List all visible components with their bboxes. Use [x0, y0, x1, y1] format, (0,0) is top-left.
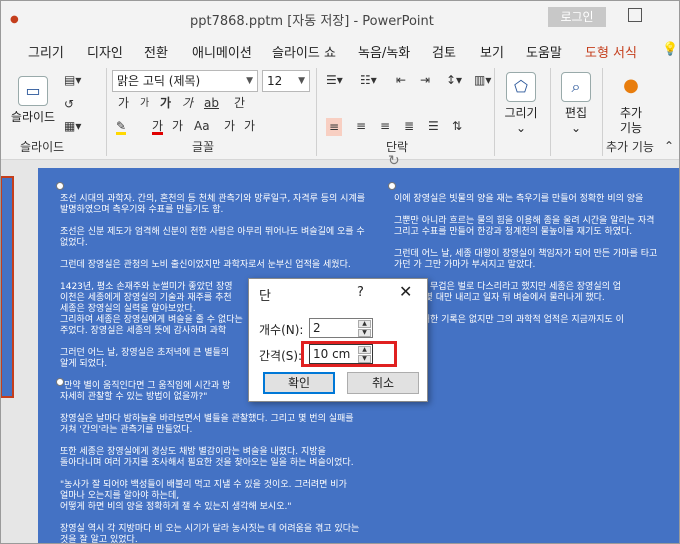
align-left-icon[interactable]: ≡ — [326, 118, 343, 136]
change-case-button[interactable]: Aa — [194, 120, 210, 132]
align-center-icon[interactable]: ≡ — [356, 120, 366, 132]
lightbulb-icon[interactable]: 💡 — [662, 42, 678, 57]
tab-transitions[interactable]: 전환 — [144, 42, 168, 61]
decrement-icon[interactable]: ▼ — [358, 329, 371, 337]
distribute-icon[interactable]: ☰ — [428, 120, 439, 132]
decrease-indent-icon[interactable]: ⇤ — [396, 74, 406, 86]
autosave-icon[interactable]: ● — [10, 14, 19, 25]
columns-dialog: 단 ? ✕ 개수(N): 2 ▲ ▼ 간격(S): 10 cm ▲ ▼ 확인 취… — [248, 278, 428, 402]
ribbon: ▭ 슬라이드 ▤▾ ↺ ▦▾ 슬라이드 맑은 고딕 (제목) ▼ 12 ▼ 가 가 … — [0, 64, 680, 160]
font-color-button[interactable]: 가 — [152, 120, 164, 135]
layout-icon[interactable]: ▤▾ — [64, 74, 81, 86]
search-icon: ⌕ — [561, 72, 591, 102]
font-name-dropdown[interactable]: 맑은 고딕 (제목) ▼ — [112, 70, 258, 92]
separator — [106, 68, 107, 156]
help-icon[interactable]: ? — [357, 285, 364, 300]
reset-icon[interactable]: ↺ — [64, 98, 74, 110]
resize-handle[interactable] — [56, 182, 64, 190]
ribbon-tabs: 그리기 디자인 전환 애니메이션 슬라이드 쇼 녹음/녹화 검토 보기 도움말 … — [0, 36, 680, 67]
close-icon[interactable]: ✕ — [399, 282, 412, 301]
count-value: 2 — [313, 321, 321, 335]
addins-group-label: 추가 기능 — [606, 140, 654, 154]
tab-design[interactable]: 디자인 — [87, 42, 123, 61]
grow-font-button[interactable]: 가 — [118, 97, 129, 109]
ribbon-display-icon[interactable] — [628, 8, 642, 22]
text-direction-icon[interactable]: ⇅ — [452, 120, 462, 132]
tab-shape-format[interactable]: 도형 서식 — [585, 42, 637, 67]
addins-icon: ● — [623, 75, 639, 96]
slide-thumbnail[interactable] — [0, 176, 14, 398]
italic-button[interactable]: 가 — [182, 97, 193, 109]
editing-button[interactable]: ⌕ 편집 ⌄ — [556, 72, 596, 136]
align-right-icon[interactable]: ≡ — [380, 120, 390, 132]
increment-icon[interactable]: ▲ — [358, 320, 371, 328]
text-column-right[interactable]: 이에 장영실은 빗물의 양을 재는 측우기를 만들어 정확한 비의 양을 그뿐만… — [394, 194, 680, 326]
underline-button[interactable]: ab — [204, 97, 219, 109]
justify-icon[interactable]: ≣ — [404, 120, 414, 132]
tab-slideshow[interactable]: 슬라이드 쇼 — [272, 42, 336, 61]
separator — [550, 68, 551, 156]
addins-button[interactable]: ● 추가 기능 — [608, 72, 654, 136]
bold-button[interactable]: 가 — [160, 97, 171, 109]
count-stepper[interactable]: 2 ▲ ▼ — [309, 318, 373, 338]
cancel-button[interactable]: 취소 — [347, 372, 419, 394]
resize-handle[interactable] — [56, 378, 64, 386]
new-slide-icon: ▭ — [18, 76, 48, 106]
chevron-down-icon: ▼ — [246, 76, 253, 86]
font-size-dropdown[interactable]: 12 ▼ — [262, 70, 310, 92]
highlight-box — [301, 341, 397, 367]
slides-group-label: 슬라이드 — [20, 140, 65, 154]
ok-button[interactable]: 확인 — [263, 372, 335, 394]
highlight-button[interactable]: ✎ — [116, 120, 127, 135]
tab-help[interactable]: 도움말 — [526, 42, 562, 61]
separator — [316, 68, 317, 156]
char-spacing-button[interactable]: 간 — [234, 97, 245, 109]
title-bar: ● ppt7868.pptm [자동 저장] - PowerPoint 로그인 — [0, 0, 680, 36]
rotate-handle-icon[interactable]: ↻ — [388, 154, 400, 168]
tab-review[interactable]: 검토 — [432, 42, 456, 61]
section-icon[interactable]: ▦▾ — [64, 120, 81, 132]
separator — [602, 68, 603, 156]
bullets-icon[interactable]: ☰▾ — [326, 74, 343, 86]
numbering-icon[interactable]: ☷▾ — [360, 74, 377, 86]
text-shadow-button[interactable]: 가 — [244, 120, 255, 132]
login-button[interactable]: 로그인 — [548, 7, 606, 27]
separator — [494, 68, 495, 156]
dialog-title: 단 — [259, 289, 271, 304]
tab-record[interactable]: 녹음/녹화 — [358, 42, 410, 61]
resize-handle[interactable] — [388, 182, 396, 190]
shrink-font-button[interactable]: 가 — [140, 99, 149, 109]
increase-indent-icon[interactable]: ⇥ — [420, 74, 430, 86]
tab-view[interactable]: 보기 — [480, 42, 504, 61]
collapse-ribbon-icon[interactable]: ⌃ — [664, 140, 674, 152]
change-case-icon[interactable]: 가 — [172, 120, 183, 132]
drawing-button[interactable]: ⬠ 그리기 ⌄ — [500, 72, 542, 136]
shapes-icon: ⬠ — [506, 72, 536, 102]
count-label: 개수(N): — [259, 323, 304, 337]
font-group-label: 글꼴 — [192, 140, 215, 154]
tab-animations[interactable]: 애니메이션 — [192, 42, 252, 61]
chevron-down-icon: ▼ — [298, 76, 305, 86]
columns-icon[interactable]: ▥▾ — [474, 74, 491, 86]
tab-draw[interactable]: 그리기 — [28, 42, 64, 61]
spacing-label: 간격(S): — [259, 349, 303, 363]
line-spacing-icon[interactable]: ↕▾ — [446, 74, 462, 86]
window-title: ppt7868.pptm [자동 저장] - PowerPoint — [190, 14, 434, 29]
new-slide-button[interactable]: ▭ 슬라이드 — [2, 76, 64, 125]
clear-format-button[interactable]: 가 — [224, 120, 235, 132]
